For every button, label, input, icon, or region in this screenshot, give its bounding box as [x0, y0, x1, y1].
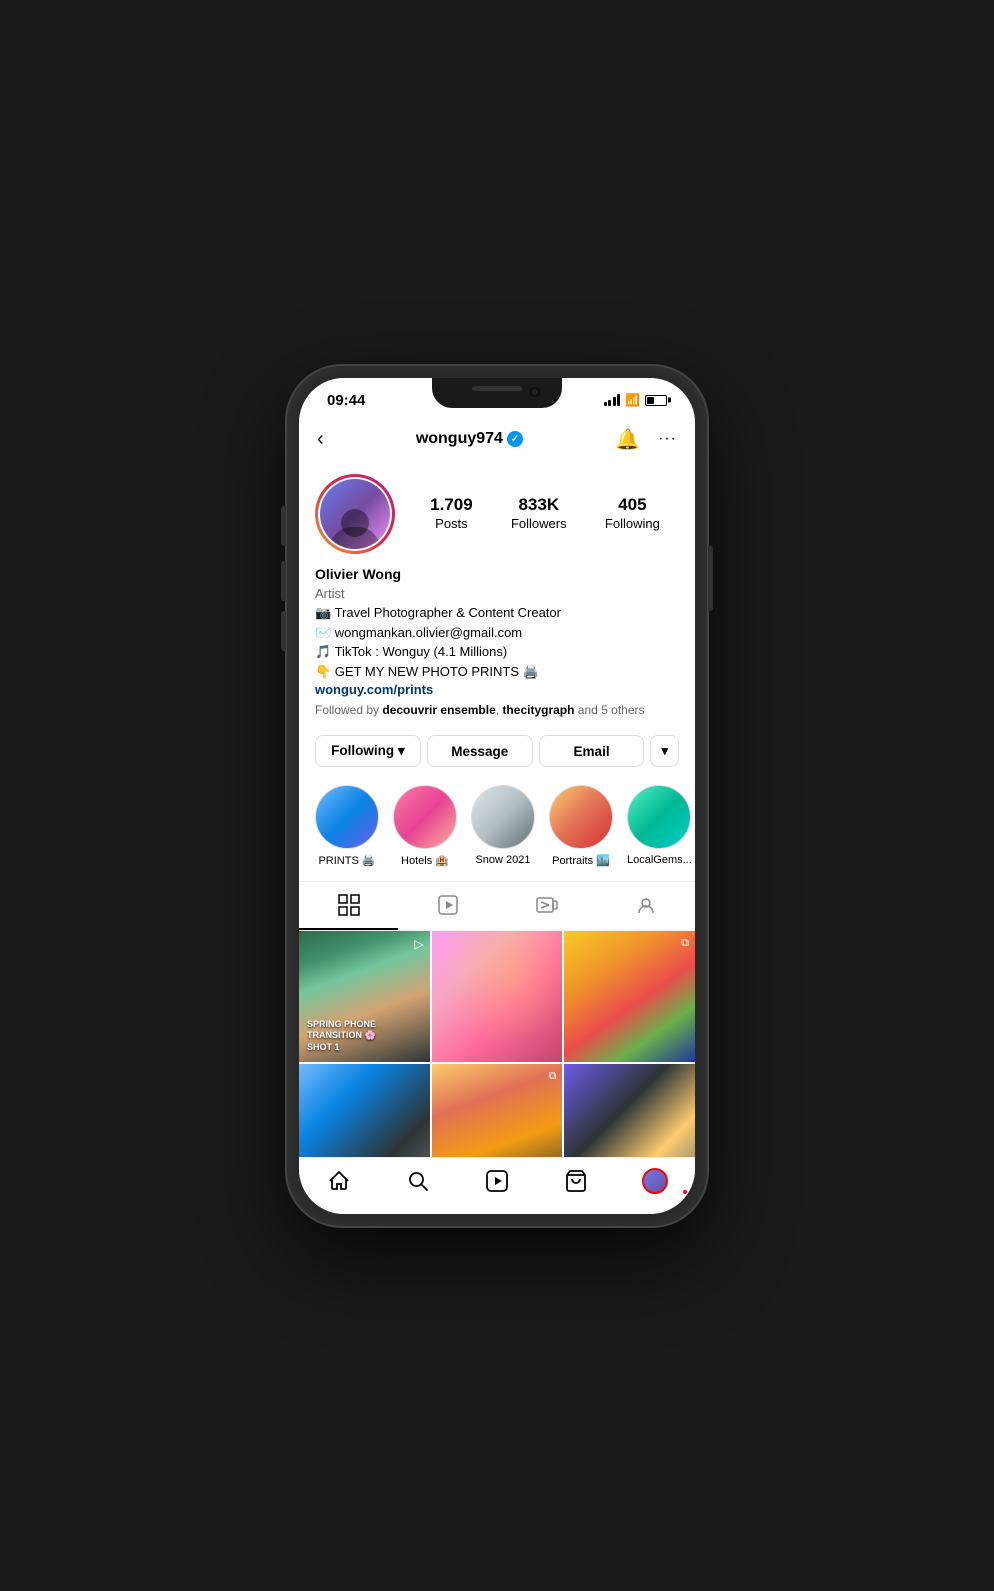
more-options-button[interactable]: ···: [656, 428, 679, 450]
stat-following[interactable]: 405 Following: [605, 495, 660, 533]
email-button[interactable]: Email: [539, 735, 645, 767]
grid-item-3[interactable]: ⧉: [564, 931, 695, 1062]
verified-badge: ✓: [507, 431, 523, 447]
photo-grid: ▷ SPRING PHONE TRANSITION 🌸SHOT 1 ⧉: [299, 931, 695, 1157]
highlight-prints[interactable]: PRINTS 🖨️: [315, 785, 379, 867]
header-icons: 🔔 ···: [613, 425, 679, 454]
following-count: 405: [605, 495, 660, 515]
phone-notch: [432, 378, 562, 408]
profile-name: Olivier Wong: [315, 566, 679, 582]
tab-reels[interactable]: [398, 882, 497, 930]
grid-icon: [338, 894, 360, 916]
highlight-hotels[interactable]: Hotels 🏨: [393, 785, 457, 867]
battery-icon: [645, 395, 667, 406]
profile-bio-4: 👇 GET MY NEW PHOTO PRINTS 🖨️: [315, 662, 679, 682]
front-camera: [530, 387, 540, 397]
posts-label: Posts: [435, 516, 468, 531]
stats-row: 1.709 Posts 833K Followers 405 Following: [411, 495, 679, 533]
highlight-snow[interactable]: Snow 2021: [471, 785, 535, 867]
profile-followed-by: Followed by decouvrir ensemble, thecityg…: [315, 703, 679, 717]
stat-followers[interactable]: 833K Followers: [511, 495, 567, 533]
grid-item-1[interactable]: ▷ SPRING PHONE TRANSITION 🌸SHOT 1: [299, 931, 430, 1062]
tab-grid[interactable]: [299, 882, 398, 930]
highlight-portraits[interactable]: Portraits 🏙️: [549, 785, 613, 867]
nav-home[interactable]: [299, 1168, 378, 1194]
tagged-icon: [635, 894, 657, 916]
reels-nav-icon: [485, 1169, 509, 1193]
instagram-header: ‹ wonguy974 ✓ 🔔 ···: [299, 417, 695, 462]
home-icon: [327, 1169, 351, 1193]
multiple-icon-5: ⧉: [548, 1070, 556, 1083]
bottom-navigation: [299, 1157, 695, 1214]
highlight-circle-snow: [471, 785, 535, 849]
signal-icon: [604, 394, 621, 406]
following-button[interactable]: Following ▾: [315, 735, 421, 767]
profile-top-row: 1.709 Posts 833K Followers 405 Following: [315, 474, 679, 554]
more-button[interactable]: ▾: [650, 735, 679, 767]
nav-profile[interactable]: [616, 1168, 695, 1194]
highlight-circle-portraits: [549, 785, 613, 849]
shop-icon: [564, 1169, 588, 1193]
status-icons: 📶: [604, 393, 667, 407]
header-username-area: wonguy974 ✓: [416, 430, 523, 448]
status-time: 09:44: [327, 392, 365, 409]
speaker: [472, 386, 522, 391]
phone-frame: 09:44 📶 ‹ wonguy974: [287, 366, 707, 1226]
igtv-icon: [536, 894, 558, 916]
highlight-circle-prints: [315, 785, 379, 849]
action-buttons-row: Following ▾ Message Email ▾: [299, 725, 695, 777]
notification-dot: [681, 1188, 689, 1196]
header-username: wonguy974: [416, 430, 503, 448]
highlight-label-portraits: Portraits 🏙️: [552, 854, 610, 867]
profile-role: Artist: [315, 584, 679, 604]
grid-item-2[interactable]: [432, 931, 563, 1062]
followers-count: 833K: [511, 495, 567, 515]
multiple-icon-3: ⧉: [681, 937, 689, 950]
profile-bio-3: 🎵 TikTok : Wonguy (4.1 Millions): [315, 642, 679, 662]
content-tabs: [299, 881, 695, 931]
screen-content[interactable]: ‹ wonguy974 ✓ 🔔 ···: [299, 417, 695, 1157]
profile-link[interactable]: wonguy.com/prints: [315, 682, 433, 697]
grid-text-1: SPRING PHONE TRANSITION 🌸SHOT 1: [307, 1019, 430, 1054]
nav-reels[interactable]: [457, 1168, 536, 1194]
posts-count: 1.709: [430, 495, 473, 515]
notification-bell-button[interactable]: 🔔: [613, 425, 642, 454]
follower-name-1[interactable]: decouvrir ensemble: [382, 703, 495, 717]
highlight-label-hotels: Hotels 🏨: [401, 854, 449, 867]
wifi-icon: 📶: [625, 393, 640, 407]
nav-search[interactable]: [378, 1168, 457, 1194]
phone-screen: 09:44 📶 ‹ wonguy974: [299, 378, 695, 1214]
highlights-row: PRINTS 🖨️ Hotels 🏨 Snow 2021 Portraits 🏙…: [299, 777, 695, 881]
profile-section: 1.709 Posts 833K Followers 405 Following: [299, 462, 695, 726]
profile-bio-2: ✉️ wongmankan.olivier@gmail.com: [315, 623, 679, 643]
stat-posts[interactable]: 1.709 Posts: [430, 495, 473, 533]
search-icon: [406, 1169, 430, 1193]
reels-icon: [437, 894, 459, 916]
follower-name-2[interactable]: thecitygraph: [502, 703, 574, 717]
highlight-circle-hotels: [393, 785, 457, 849]
message-button[interactable]: Message: [427, 735, 533, 767]
nav-shop[interactable]: [537, 1168, 616, 1194]
following-label: Following: [605, 516, 660, 531]
tab-tagged[interactable]: [596, 882, 695, 930]
highlight-localgems[interactable]: LocalGems...: [627, 785, 692, 867]
avatar: [320, 479, 390, 549]
video-play-icon-1: ▷: [414, 937, 423, 951]
profile-avatar-nav: [642, 1168, 668, 1194]
highlight-label-snow: Snow 2021: [475, 854, 530, 866]
followers-label: Followers: [511, 516, 567, 531]
grid-item-4[interactable]: [299, 1064, 430, 1157]
avatar-wrapper[interactable]: [315, 474, 395, 554]
tab-igtv[interactable]: [497, 882, 596, 930]
grid-item-6[interactable]: [564, 1064, 695, 1157]
back-button[interactable]: ‹: [315, 426, 326, 453]
highlight-label-localgems: LocalGems...: [627, 854, 692, 866]
highlight-circle-localgems: [627, 785, 691, 849]
profile-bio-1: 📷 Travel Photographer & Content Creator: [315, 603, 679, 623]
highlight-label-prints: PRINTS 🖨️: [318, 854, 375, 867]
grid-item-5[interactable]: ⧉: [432, 1064, 563, 1157]
